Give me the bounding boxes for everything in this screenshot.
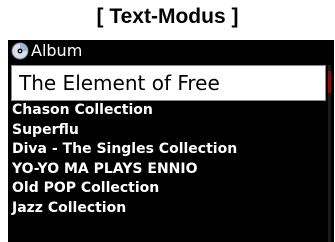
selected-album-item[interactable]: The Element of Free: [11, 65, 326, 101]
screen-title: Album: [31, 41, 83, 60]
list-item[interactable]: YO-YO MA PLAYS ENNIO: [11, 160, 326, 180]
scrollbar-thumb[interactable]: [328, 71, 331, 93]
device-screen: Album The Element of Free Chason Collect…: [8, 40, 334, 242]
list-item[interactable]: Old POP Collection: [11, 179, 326, 199]
album-list: Chason Collection Superflu Diva - The Si…: [11, 101, 326, 218]
list-item[interactable]: Diva - The Singles Collection: [11, 140, 326, 160]
list-item[interactable]: Superflu: [11, 121, 326, 141]
list-item[interactable]: Chason Collection: [11, 101, 326, 121]
mode-caption: [ Text-Modus ]: [96, 5, 239, 28]
album-disc-icon: [10, 41, 30, 61]
list-item[interactable]: Jazz Collection: [11, 199, 326, 219]
screen-header: Album: [8, 40, 334, 62]
scrollbar[interactable]: [328, 65, 331, 242]
selected-album-label: The Element of Free: [19, 71, 220, 95]
